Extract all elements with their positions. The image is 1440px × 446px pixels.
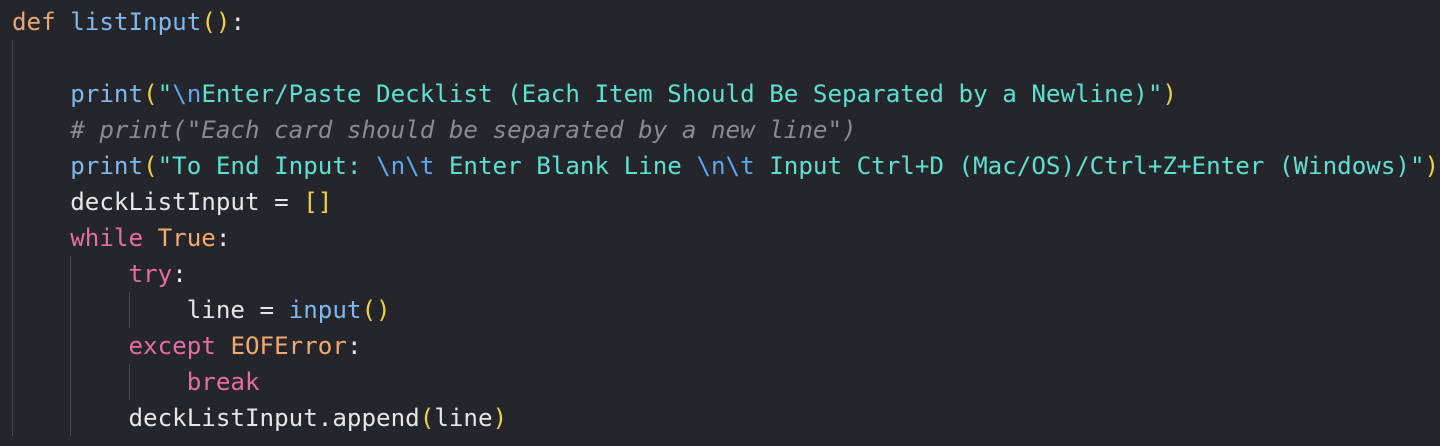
token-escape: \n\t (376, 152, 435, 180)
token-default (12, 80, 70, 108)
token-escape: \n (172, 80, 202, 108)
code-line-5[interactable]: print("To End Input: \n\t Enter Blank Li… (12, 148, 1439, 184)
token-default: : (172, 260, 187, 288)
token-string: Enter Blank Line (434, 152, 697, 180)
token-string: Input Ctrl+D (Mac/OS)/Ctrl+Z+Enter (Wind… (754, 152, 1425, 180)
token-bracket: ) (492, 404, 508, 432)
code-line-7[interactable]: while True: (12, 220, 230, 256)
token-bracket: [] (303, 188, 333, 216)
code-line-3[interactable]: print("\nEnter/Paste Decklist (Each Item… (12, 76, 1177, 112)
code-line-10[interactable]: except EOFError: (12, 328, 362, 364)
token-control: break (186, 368, 260, 396)
token-bracket: () (361, 296, 391, 324)
code-line-12[interactable]: deckListInput.append(line) (12, 400, 507, 436)
code-line-11[interactable]: break (12, 364, 260, 400)
token-function: print (70, 80, 144, 108)
token-default (216, 332, 231, 360)
token-default (12, 332, 129, 360)
token-function: input (288, 296, 362, 324)
token-comment: # print("Each card should be separated b… (70, 116, 857, 144)
token-string: " (157, 80, 173, 108)
token-default: deckListInput = (12, 188, 304, 216)
token-constant: EOFError (230, 332, 347, 360)
token-string: Enter/Paste Decklist (Each Item Should B… (201, 80, 1163, 108)
token-default (12, 152, 70, 180)
token-default: line (434, 404, 493, 432)
code-line-6[interactable]: deckListInput = [] (12, 184, 332, 220)
code-line-8[interactable]: try: (12, 256, 187, 292)
token-bracket: ) (1162, 80, 1177, 108)
token-bracket: ( (143, 152, 158, 180)
token-bracket: ) (1424, 152, 1440, 180)
token-default (12, 260, 129, 288)
token-default (12, 224, 70, 252)
token-control: try (128, 260, 173, 288)
token-string: "To End Input: (157, 152, 377, 180)
token-function: listInput (70, 8, 202, 36)
token-default (12, 116, 70, 144)
token-default: : (215, 224, 231, 252)
token-default (12, 368, 187, 396)
code-line-9[interactable]: line = input() (12, 292, 391, 328)
code-line-4[interactable]: # print("Each card should be separated b… (12, 112, 857, 148)
code-editor[interactable]: def listInput(): print("\nEnter/Paste De… (0, 0, 1440, 446)
token-escape: \n\t (696, 152, 755, 180)
token-bracket: () (201, 8, 231, 36)
token-keyword: def (12, 8, 56, 36)
token-constant: True (157, 224, 216, 252)
token-default (56, 8, 71, 36)
token-bracket: ( (143, 80, 158, 108)
token-control: while (70, 224, 144, 252)
token-function: print (70, 152, 144, 180)
token-control: except (128, 332, 216, 360)
code-line-1[interactable]: def listInput(): (12, 4, 245, 40)
token-default: : (346, 332, 362, 360)
token-default: : (230, 8, 245, 36)
token-default: deckListInput.append (12, 404, 420, 432)
token-default (143, 224, 158, 252)
token-bracket: ( (419, 404, 435, 432)
token-default: line = (12, 296, 289, 324)
